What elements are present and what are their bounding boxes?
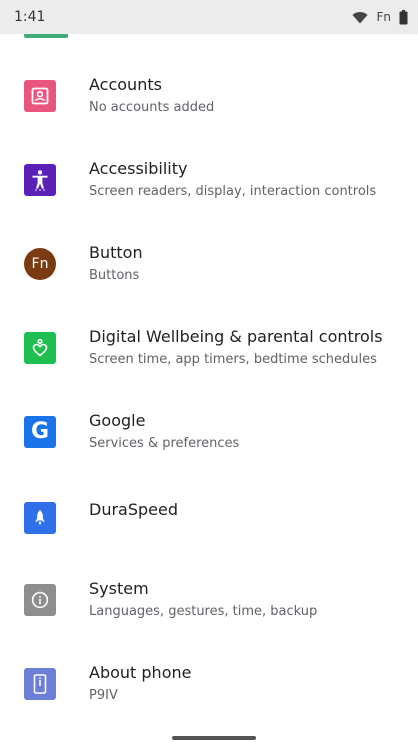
settings-item-title: Button [89,243,143,262]
settings-item-title: Accounts [89,75,162,94]
settings-item-subtitle: Services & preferences [89,436,240,451]
status-bar: 1:41 Fn [0,0,418,34]
settings-item-text: DuraSpeed [89,500,412,520]
previous-item-icon-edge [24,34,68,38]
status-icons: Fn [352,9,408,25]
settings-item-text: About phone P9IV [89,663,412,705]
settings-item-subtitle: Languages, gestures, time, backup [89,604,318,619]
wifi-icon [352,11,368,23]
settings-item-duraspeed[interactable]: DuraSpeed [0,476,418,556]
phone-icon [24,668,56,700]
settings-item-title: Google [89,411,146,430]
account-box-icon [24,80,56,112]
fn-icon: Fn [24,248,56,280]
settings-item-text: System Languages, gestures, time, backup [89,579,412,621]
accessibility-icon [24,164,56,196]
settings-item-subtitle: Screen readers, display, interaction con… [89,184,377,199]
settings-item-button[interactable]: Fn Button Buttons [0,224,418,304]
settings-item-text: Button Buttons [89,243,412,285]
google-icon-letter: G [30,419,50,444]
settings-item-title: Digital Wellbeing & parental controls [89,327,383,346]
settings-item-title: Accessibility [89,159,188,178]
settings-item-subtitle: No accounts added [89,100,215,115]
settings-item-subtitle: Buttons [89,268,140,283]
battery-icon [399,9,408,24]
fn-icon-label: Fn [31,256,49,272]
settings-item-text: Digital Wellbeing & parental controls Sc… [89,327,412,369]
settings-item-text: Google Services & preferences [89,411,412,453]
status-time: 1:41 [14,9,46,25]
settings-item-system[interactable]: System Languages, gestures, time, backup [0,560,418,640]
settings-item-subtitle: P9IV [89,688,118,703]
settings-item-title: About phone [89,663,192,682]
settings-item-google[interactable]: G Google Services & preferences [0,392,418,472]
settings-item-accessibility[interactable]: Accessibility Screen readers, display, i… [0,140,418,220]
settings-item-text: Accounts No accounts added [89,75,412,117]
gesture-nav-handle[interactable] [172,736,256,740]
settings-item-digital-wellbeing[interactable]: Digital Wellbeing & parental controls Sc… [0,308,418,388]
settings-item-accounts[interactable]: Accounts No accounts added [0,56,418,136]
settings-item-about-phone[interactable]: About phone P9IV [0,644,418,724]
info-icon [24,584,56,616]
settings-item-text: Accessibility Screen readers, display, i… [89,159,412,201]
rocket-icon [24,502,56,534]
wellbeing-heart-icon [24,332,56,364]
settings-item-title: System [89,579,149,598]
settings-item-subtitle: Screen time, app timers, bedtime schedul… [89,352,377,367]
settings-item-title: DuraSpeed [89,500,178,519]
fn-status-label: Fn [376,10,391,24]
google-icon: G [24,416,56,448]
